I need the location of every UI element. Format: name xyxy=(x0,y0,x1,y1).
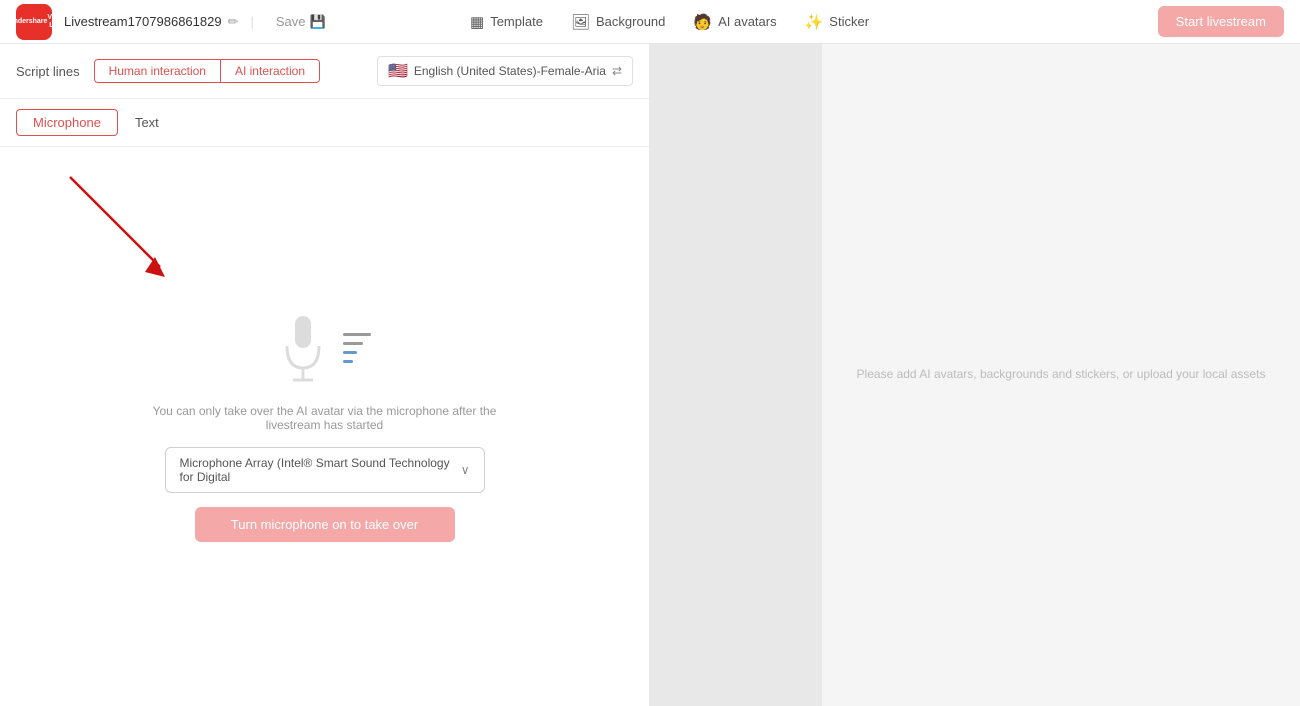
stream-name: Livestream1707986861829 xyxy=(64,14,222,29)
sound-lines xyxy=(343,333,371,363)
app-header: Wondershare Virbo Live Livestream1707986… xyxy=(0,0,1300,44)
nav-template-label: Template xyxy=(490,14,543,29)
assets-area: Please add AI avatars, backgrounds and s… xyxy=(822,44,1300,706)
mic-hint-text: You can only take over the AI avatar via… xyxy=(135,404,515,432)
microphone-dropdown[interactable]: Microphone Array (Intel® Smart Sound Tec… xyxy=(165,447,485,493)
sound-line-1 xyxy=(343,333,371,336)
preview-area: Please add AI avatars, backgrounds and s… xyxy=(650,44,1300,706)
nav-background[interactable]: 🖼 Background xyxy=(571,13,665,31)
red-arrow xyxy=(40,167,180,297)
sub-tab-text[interactable]: Text xyxy=(118,109,176,136)
app-logo-icon: Wondershare Virbo Live xyxy=(16,4,52,40)
nav-sticker[interactable]: ✨ Sticker xyxy=(805,13,869,31)
left-panel: Script lines Human interaction AI intera… xyxy=(0,44,650,706)
nav-ai-avatars[interactable]: 🧑 AI avatars xyxy=(693,13,776,31)
main-container: Script lines Human interaction AI intera… xyxy=(0,44,1300,706)
sound-line-3 xyxy=(343,351,357,354)
start-livestream-button[interactable]: Start livestream xyxy=(1158,6,1284,37)
language-label: English (United States)-Female-Aria xyxy=(414,64,606,78)
nav-ai-avatars-label: AI avatars xyxy=(718,14,777,29)
logo-area: Wondershare Virbo Live xyxy=(16,4,52,40)
sound-line-4 xyxy=(343,360,353,363)
tab-ai-interaction[interactable]: AI interaction xyxy=(220,60,319,82)
save-icon: 💾 xyxy=(310,14,326,30)
script-bar: Script lines Human interaction AI intera… xyxy=(0,44,649,99)
microphone-content-area: You can only take over the AI avatar via… xyxy=(0,147,649,706)
header-divider: | xyxy=(250,14,253,29)
flag-icon: 🇺🇸 xyxy=(388,61,408,81)
tab-human-interaction[interactable]: Human interaction xyxy=(95,60,220,82)
ai-avatars-icon: 🧑 xyxy=(693,13,712,31)
script-lines-label: Script lines xyxy=(16,64,80,79)
interaction-tab-group: Human interaction AI interaction xyxy=(94,59,320,83)
chevron-down-icon: ∨ xyxy=(461,463,470,477)
sticker-icon: ✨ xyxy=(805,13,824,31)
save-label: Save xyxy=(276,14,306,29)
main-nav: ▦ Template 🖼 Background 🧑 AI avatars ✨ S… xyxy=(470,13,869,31)
sound-line-2 xyxy=(343,342,363,345)
sub-tabs: Microphone Text xyxy=(0,99,649,147)
canvas-area xyxy=(650,44,822,706)
mic-icon-container xyxy=(279,312,371,384)
nav-template[interactable]: ▦ Template xyxy=(470,13,543,31)
right-panel: Please add AI avatars, backgrounds and s… xyxy=(650,44,1300,706)
assets-placeholder-text: Please add AI avatars, backgrounds and s… xyxy=(857,364,1266,386)
nav-sticker-label: Sticker xyxy=(829,14,869,29)
save-button[interactable]: Save 💾 xyxy=(276,14,326,30)
language-selector[interactable]: 🇺🇸 English (United States)-Female-Aria ⇄ xyxy=(377,56,633,86)
microphone-dropdown-value: Microphone Array (Intel® Smart Sound Tec… xyxy=(180,456,461,484)
language-chevron-icon: ⇄ xyxy=(612,64,622,78)
template-icon: ▦ xyxy=(470,13,484,31)
background-icon: 🖼 xyxy=(571,13,590,31)
takeover-button[interactable]: Turn microphone on to take over xyxy=(195,507,455,542)
edit-icon[interactable]: ✏ xyxy=(228,14,239,30)
nav-background-label: Background xyxy=(596,14,665,29)
microphone-icon xyxy=(279,312,327,384)
sub-tab-microphone[interactable]: Microphone xyxy=(16,109,118,136)
mic-illustration xyxy=(279,312,371,384)
